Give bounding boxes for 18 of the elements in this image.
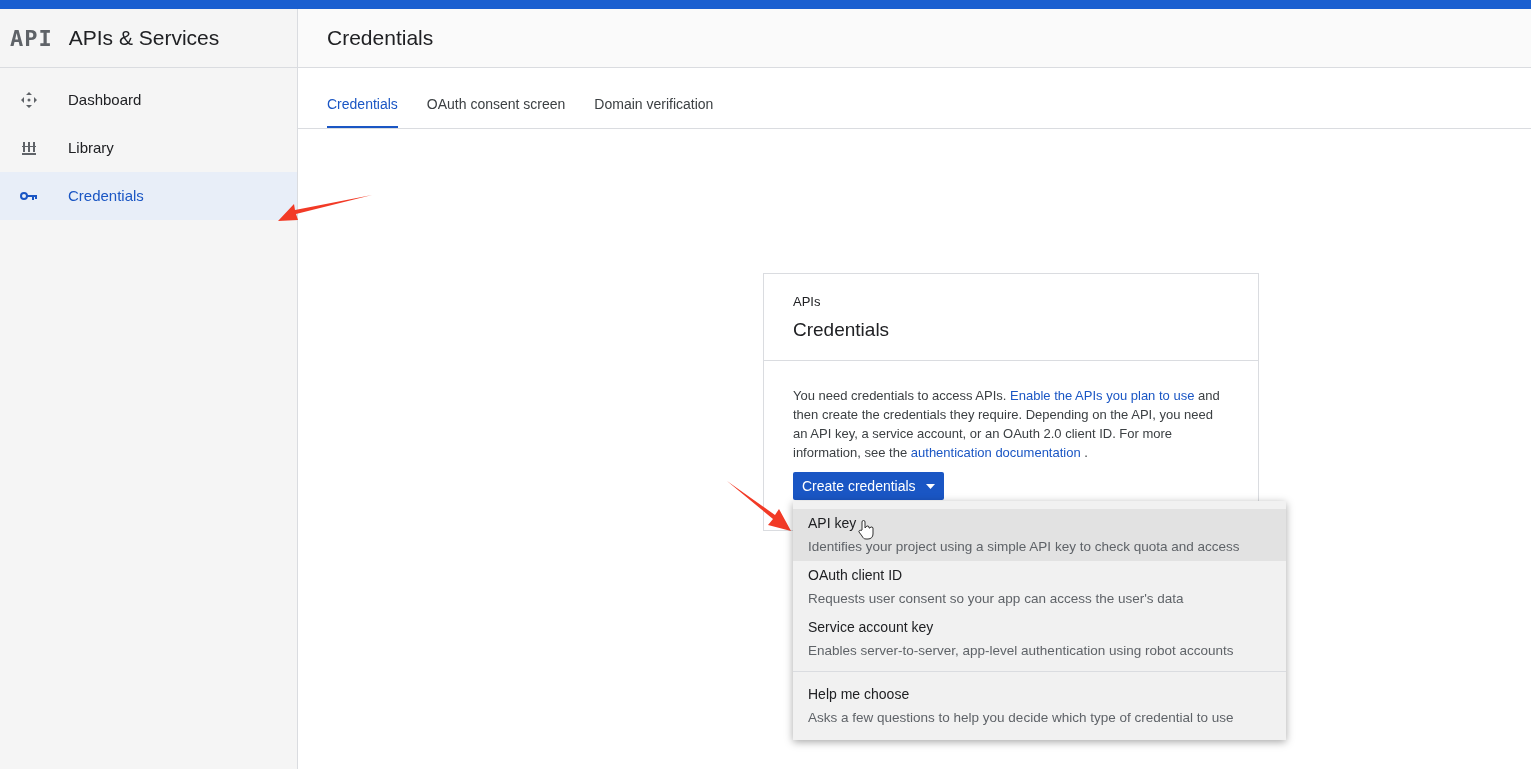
page-title: Credentials xyxy=(327,25,434,52)
menu-item[interactable]: Help me choose Asks a few questions to help you decide which type of credential to use xyxy=(793,680,1286,732)
tab[interactable]: OAuth consent screen xyxy=(426,94,566,128)
create-credentials-button[interactable]: Create credentials xyxy=(793,472,944,500)
sidebar-item[interactable]: Credentials xyxy=(0,172,297,220)
sidebar-item[interactable]: Library xyxy=(0,124,297,172)
card-paragraph: You need credentials to access APIs. Enable the APIs you plan to use and then create the credentials they require. Depending on the API, you need an API key, a service account, or an OAuth 2.0 client ID. For more information, see the authentication documentation . xyxy=(793,387,1221,462)
card-eyebrow: APIs xyxy=(793,293,822,311)
inline-link[interactable]: Enable the APIs you plan to use xyxy=(1010,388,1195,403)
menu-item[interactable]: OAuth client ID Requests user consent so your app can access the user's data xyxy=(793,561,1286,613)
api-logo: API xyxy=(10,24,53,53)
card-title: Credentials xyxy=(793,317,891,342)
sidebar-title: APIs & Services xyxy=(68,25,220,52)
menu-item[interactable]: API key Identifies your project using a simple API key to check quota and access xyxy=(793,509,1286,561)
sidebar-item[interactable]: Dashboard xyxy=(0,76,297,124)
inline-link[interactable]: authentication documentation xyxy=(910,445,1081,460)
tab[interactable]: Domain verification xyxy=(594,94,714,128)
menu-item[interactable]: Service account key Enables server-to-server, app-level authentication using robot accounts xyxy=(793,613,1286,665)
